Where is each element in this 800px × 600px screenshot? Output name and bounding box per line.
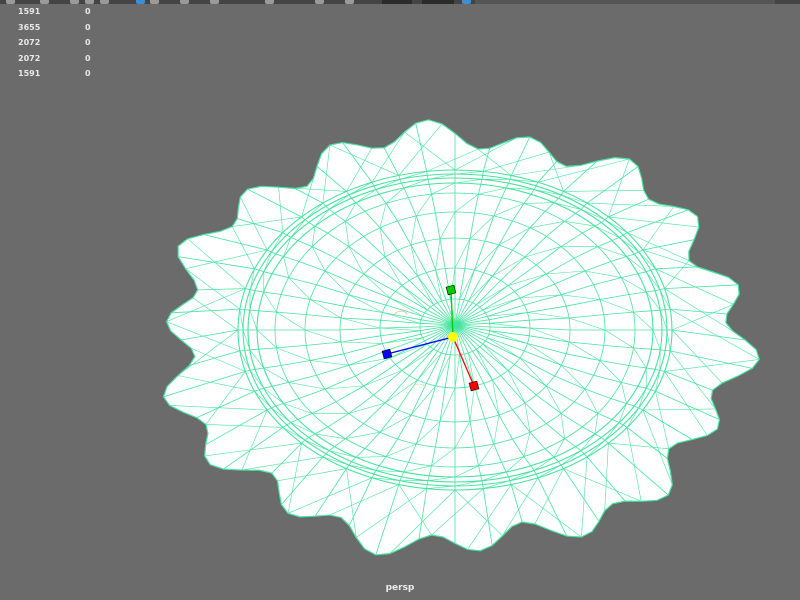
camera-name-label: persp	[385, 583, 415, 593]
z-axis-handle[interactable]	[381, 348, 393, 360]
x-axis-handle[interactable]	[468, 380, 480, 392]
wire-edge	[665, 350, 671, 352]
wire-edge	[239, 350, 245, 352]
manipulator-center-handle[interactable]	[448, 332, 458, 342]
wireframe-mesh[interactable]	[0, 0, 800, 600]
wire-edge	[665, 308, 671, 310]
y-axis-handle[interactable]	[445, 284, 457, 296]
perspective-viewport[interactable]: 1591 0 3655 0 2072 0 2072 0 1591 0 persp	[0, 0, 800, 600]
wire-edge	[239, 308, 245, 310]
